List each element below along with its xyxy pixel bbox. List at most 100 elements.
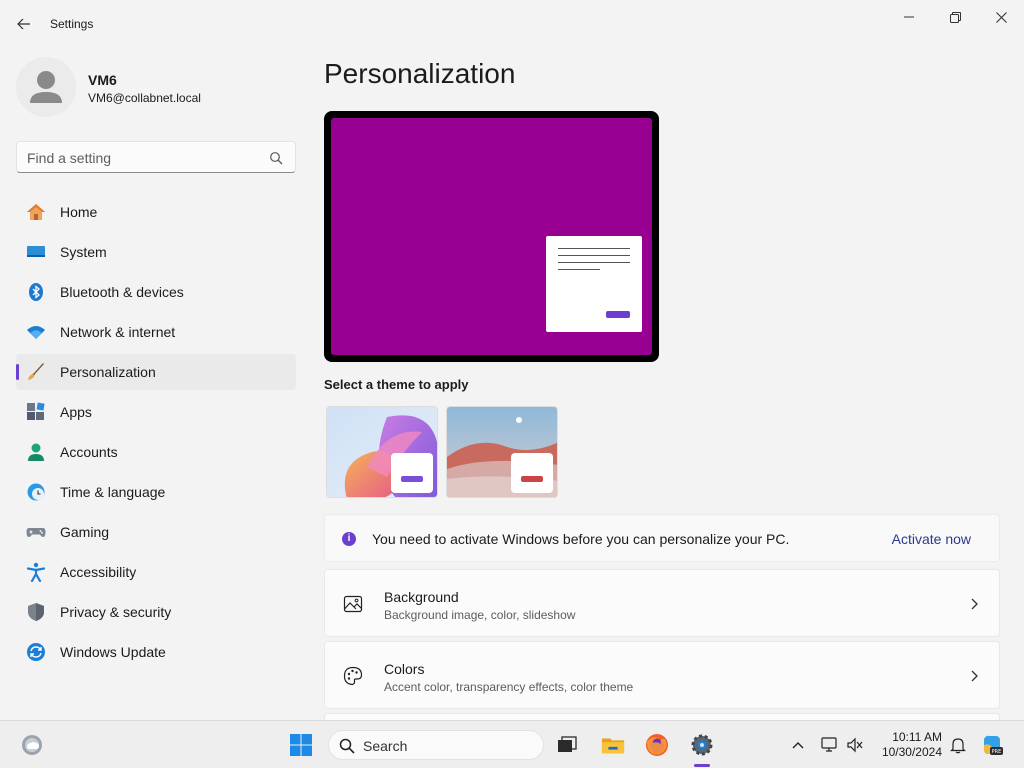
sidebar-item-windows-update[interactable]: Windows Update [16,634,296,670]
network-tray-button[interactable] [818,733,842,757]
chevron-up-icon [792,742,804,749]
sidebar-item-label: Bluetooth & devices [60,284,184,300]
taskbar-search[interactable]: Search [328,730,544,760]
activation-banner: i You need to activate Windows before yo… [324,514,1000,562]
settings-taskbar-button[interactable] [690,733,714,757]
sidebar-item-label: Apps [60,404,92,420]
sidebar-item-accessibility[interactable]: Accessibility [16,554,296,590]
preview-line [558,255,630,256]
close-icon [995,11,1007,23]
accessibility-icon [26,562,46,582]
search-box[interactable] [16,141,296,173]
sidebar-item-bluetooth[interactable]: Bluetooth & devices [16,274,296,310]
search-input[interactable] [27,148,257,168]
sidebar-item-network[interactable]: Network & internet [16,314,296,350]
theme-desert[interactable] [446,406,558,498]
theme-sample-window [511,453,553,493]
volume-tray-button[interactable] [843,733,867,757]
weather-widget-icon [22,735,42,755]
sidebar-item-time-language[interactable]: Time & language [16,474,296,510]
user-name: VM6 [88,72,117,88]
preview-line [558,262,630,263]
activate-now-link[interactable]: Activate now [892,531,971,547]
taskbar: Search 10:11 AM 10/30/2024 PRE [0,720,1024,768]
gamepad-icon [26,522,46,542]
task-view-button[interactable] [555,733,579,757]
sidebar-item-system[interactable]: System [16,234,296,270]
next-setting-row-partial[interactable] [324,713,1000,720]
widgets-button[interactable] [20,733,44,757]
search-icon [339,738,355,754]
clock-globe-icon [26,482,46,502]
background-setting-row[interactable]: Background Background image, color, slid… [324,569,1000,637]
brush-icon [26,362,46,382]
copilot-button[interactable]: PRE [980,733,1004,757]
restore-button[interactable] [932,4,978,30]
show-hidden-icons-button[interactable] [786,733,810,757]
sidebar: VM6 VM6@collabnet.local Home System Blue… [0,48,310,720]
network-monitor-icon [821,737,837,752]
speaker-muted-icon [847,737,863,753]
sidebar-item-label: Network & internet [60,324,176,340]
sidebar-item-label: Time & language [60,484,166,500]
colors-setting-row[interactable]: Colors Accent color, transparency effect… [324,641,1000,709]
preview-button [606,311,630,318]
image-icon [343,595,363,613]
chevron-right-icon [971,670,978,682]
search-icon [270,152,283,165]
row-subtitle: Background image, color, slideshow [384,608,576,622]
theme-bloom[interactable] [326,406,438,498]
sidebar-item-label: Personalization [60,364,156,380]
avatar[interactable] [16,57,76,117]
theme-sample-window [391,453,433,493]
nav-list: Home System Bluetooth & devices Network … [16,194,296,674]
notifications-button[interactable] [946,733,970,757]
app-title: Settings [50,17,94,31]
preview-line [558,269,600,270]
info-icon: i [342,532,356,546]
sidebar-item-gaming[interactable]: Gaming [16,514,296,550]
chevron-right-icon [971,598,978,610]
theme-preview [324,111,659,362]
active-app-indicator [694,764,710,767]
home-icon [26,202,46,222]
minimize-button[interactable] [886,4,932,30]
sidebar-item-label: Home [60,204,98,220]
taskbar-search-label: Search [363,738,408,754]
row-title: Background [384,589,459,605]
sidebar-item-label: Accounts [60,444,118,460]
accounts-icon [26,442,46,462]
restore-icon [949,11,961,23]
back-button[interactable] [14,14,34,34]
task-view-icon [558,736,577,752]
preview-desktop [331,118,652,355]
wifi-icon [26,322,46,342]
palette-icon [343,666,363,686]
sidebar-item-label: Windows Update [60,644,166,660]
close-button[interactable] [978,4,1024,30]
windows-logo-icon [290,734,312,756]
sidebar-item-accounts[interactable]: Accounts [16,434,296,470]
back-arrow-icon [17,18,30,30]
clock-time: 10:11 AM [892,730,942,744]
theme-sample-button [521,476,543,482]
apps-icon [26,402,46,422]
clock-date: 10/30/2024 [881,745,942,759]
sidebar-item-privacy[interactable]: Privacy & security [16,594,296,630]
activation-message: You need to activate Windows before you … [372,531,790,547]
user-email: VM6@collabnet.local [88,91,201,105]
sidebar-item-personalization[interactable]: Personalization [16,354,296,390]
sidebar-item-apps[interactable]: Apps [16,394,296,430]
firefox-button[interactable] [645,733,669,757]
sidebar-item-home[interactable]: Home [16,194,296,230]
title-bar: Settings [0,0,1024,48]
start-button[interactable] [289,733,313,757]
system-icon [26,242,46,262]
file-explorer-button[interactable] [601,733,625,757]
page-title: Personalization [324,58,516,89]
preview-line [558,248,630,249]
system-clock[interactable]: 10:11 AM 10/30/2024 [882,730,942,760]
folder-icon [601,738,625,754]
svg-text:PRE: PRE [992,749,1002,755]
preview-window [546,236,642,332]
